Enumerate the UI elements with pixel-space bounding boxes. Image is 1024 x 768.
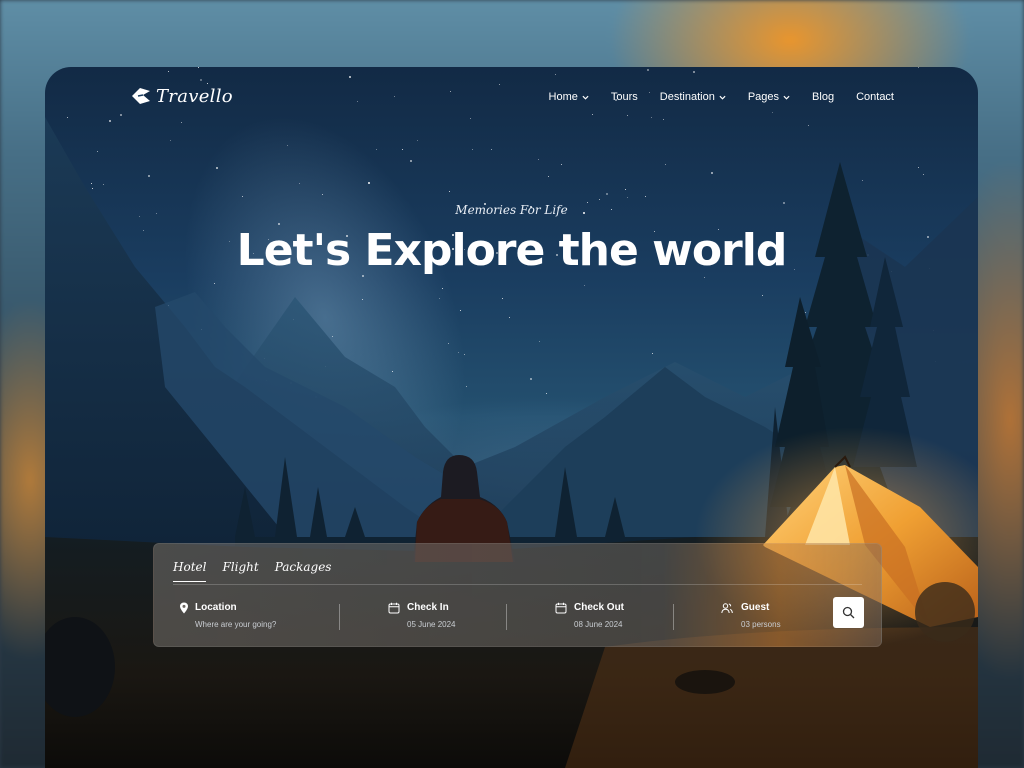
chevron-down-icon [719, 95, 726, 100]
hero-card: Travello Home Tours Destination Pages Bl… [45, 67, 978, 768]
tab-hotel[interactable]: Hotel [173, 560, 207, 582]
nav-item-label: Contact [856, 91, 894, 103]
tab-packages[interactable]: Packages [275, 560, 332, 582]
nav-item-label: Tours [610, 91, 638, 103]
location-value: Where are your going? [195, 620, 277, 629]
brand-name: Travello [156, 85, 233, 107]
nav-item-label: Destination [659, 91, 715, 103]
booking-tabs: Hotel Flight Packages [173, 560, 331, 582]
plane-logo-icon [132, 88, 150, 104]
brand-logo[interactable]: Travello [130, 85, 233, 107]
nav-item-tours[interactable]: Tours [611, 91, 638, 103]
location-pin-icon [180, 602, 188, 614]
hero-title: Let's Explore the world [236, 225, 788, 276]
guest-value: 03 persons [741, 620, 781, 629]
nav-item-destination[interactable]: Destination [660, 91, 726, 103]
search-icon [842, 606, 855, 619]
tabs-divider [173, 584, 862, 585]
landscape-illustration [45, 117, 978, 768]
hero-tagline: Memories For Life [455, 203, 568, 217]
check-in-label: Check In [407, 602, 449, 613]
nav-item-pages[interactable]: Pages [748, 91, 790, 103]
chevron-down-icon [582, 95, 589, 100]
check-in-field[interactable]: Check In 05 June 2024 [339, 599, 507, 635]
nav-item-home[interactable]: Home [549, 91, 589, 103]
guest-field[interactable]: Guest 03 persons [673, 599, 841, 635]
check-out-value: 08 June 2024 [574, 620, 623, 629]
search-button[interactable] [833, 597, 864, 628]
top-navigation: Travello Home Tours Destination Pages Bl… [45, 67, 978, 129]
nav-item-label: Blog [812, 91, 835, 103]
check-out-field[interactable]: Check Out 08 June 2024 [506, 599, 674, 635]
calendar-icon [388, 602, 400, 614]
booking-search-panel: Hotel Flight Packages Location Where are… [153, 543, 882, 647]
search-fields: Location Where are your going? Check In … [173, 599, 863, 635]
main-menu: Home Tours Destination Pages Blog Contac… [549, 91, 894, 103]
nav-item-label: Home [548, 91, 578, 103]
location-label: Location [195, 602, 237, 613]
nav-item-blog[interactable]: Blog [812, 91, 834, 103]
chevron-down-icon [783, 95, 790, 100]
check-out-label: Check Out [574, 602, 625, 613]
nav-item-label: Pages [747, 91, 780, 103]
check-in-value: 05 June 2024 [407, 620, 456, 629]
guest-label: Guest [741, 602, 770, 613]
tab-flight[interactable]: Flight [222, 560, 258, 582]
location-field[interactable]: Location Where are your going? [173, 599, 340, 635]
users-icon [721, 603, 733, 614]
calendar-icon [555, 602, 567, 614]
nav-item-contact[interactable]: Contact [856, 91, 894, 103]
